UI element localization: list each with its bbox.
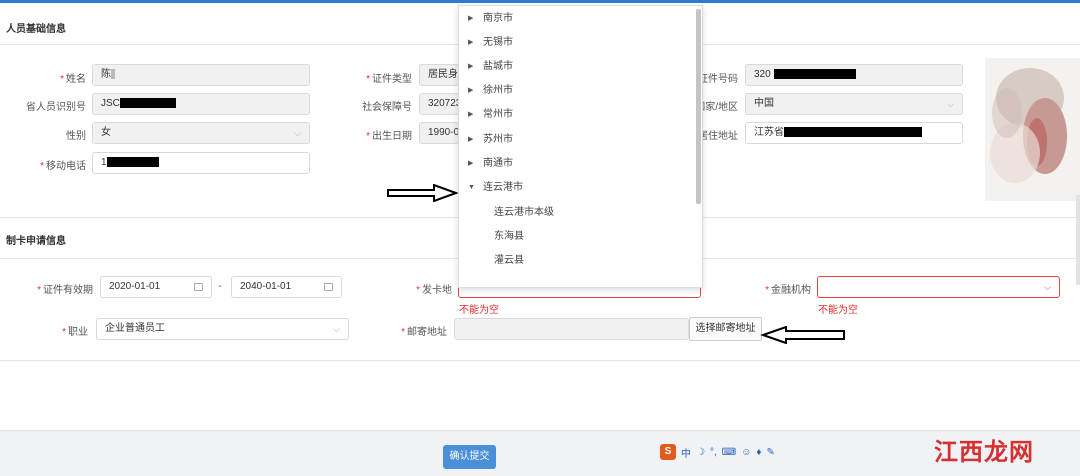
id-number-field[interactable]: 320: [745, 64, 963, 86]
divider: [0, 360, 1080, 361]
dropdown-item[interactable]: ▶ 南京市: [459, 8, 694, 30]
finance-org-select[interactable]: ⌵: [817, 276, 1060, 298]
punctuation-icon[interactable]: °,: [710, 447, 717, 458]
caret-right-icon: ▶: [468, 160, 474, 167]
issue-place-error: 不能为空: [459, 305, 499, 316]
select-mail-address-button[interactable]: 选择邮寄地址: [689, 317, 762, 341]
id-type-label: * 证件类型: [366, 74, 412, 85]
date-separator: -: [218, 281, 222, 292]
section-title-basic-info: 人员基础信息: [6, 24, 66, 35]
country-select[interactable]: 中国 ⌵: [745, 93, 963, 115]
id-type-select[interactable]: 居民身份: [419, 64, 459, 86]
dropdown-child-item[interactable]: 连云港市本级: [459, 202, 694, 224]
provincial-id-field[interactable]: JSC: [92, 93, 310, 115]
dropdown-item[interactable]: ▶ 南通市: [459, 153, 694, 175]
finance-org-label: * 金融机构: [765, 285, 811, 296]
top-accent-bar: [0, 0, 1080, 3]
page-scrollbar[interactable]: [1076, 195, 1080, 285]
mail-address-label: * 邮寄地址: [401, 327, 447, 338]
dropdown-child-item[interactable]: 灌云县: [459, 250, 694, 272]
occupation-label: * 职业: [62, 327, 88, 338]
issue-place-dropdown[interactable]: ▶ 南京市 ▶ 无锡市 ▶ 盐城市 ▶ 徐州市 ▶ 常州市 ▶ 苏州市 ▶ 南通市 ▼ 连云港市…: [458, 5, 703, 288]
calendar-icon: [194, 283, 203, 291]
name-label: * 姓名: [60, 74, 86, 85]
ime-mode[interactable]: 中: [681, 445, 691, 460]
caret-right-icon: ▶: [468, 87, 474, 94]
gender-label: 性别: [66, 131, 86, 142]
user-icon[interactable]: ☺: [741, 447, 751, 458]
dropdown-item-expanded[interactable]: ▼ 连云港市: [459, 177, 694, 199]
gender-select[interactable]: 女 ⌵: [92, 122, 310, 144]
validity-start-date[interactable]: 2020-01-01: [100, 276, 212, 298]
social-security-field[interactable]: 320723: [419, 93, 459, 115]
arrow-left-icon: [760, 326, 845, 344]
issue-place-label: * 发卡地: [416, 285, 452, 296]
dropdown-child-item[interactable]: 东海县: [459, 226, 694, 248]
caret-right-icon: ▶: [468, 39, 474, 46]
portrait-photo: [985, 58, 1080, 201]
moon-icon[interactable]: ☽: [696, 447, 705, 458]
dropdown-scrollbar[interactable]: [696, 9, 701, 204]
shirt-icon[interactable]: ♦: [756, 447, 761, 458]
ime-toolbar[interactable]: S 中 ☽ °, ⌨ ☺ ♦ ✎: [660, 442, 775, 462]
birth-date-label: * 出生日期: [366, 131, 412, 142]
dropdown-item[interactable]: ▶ 苏州市: [459, 129, 694, 151]
ime-logo: S: [660, 444, 676, 460]
watermark-logo: 江西龙网: [934, 439, 1034, 466]
caret-right-icon: ▶: [468, 63, 474, 70]
arrow-right-icon: [387, 184, 459, 202]
chevron-down-icon: ⌵: [333, 324, 340, 334]
dropdown-item[interactable]: ▶ 盐城市: [459, 56, 694, 78]
dropdown-item[interactable]: ▶ 常州市: [459, 104, 694, 126]
submit-button[interactable]: 确认提交: [443, 445, 496, 469]
footer-bar: [0, 430, 1080, 476]
chevron-down-icon: ⌵: [1044, 282, 1051, 292]
birth-date-field[interactable]: 1990-06: [419, 122, 459, 144]
finance-org-error: 不能为空: [818, 305, 858, 316]
mail-address-field[interactable]: [454, 318, 689, 340]
wrench-icon[interactable]: ✎: [767, 447, 775, 458]
caret-right-icon: ▶: [468, 136, 474, 143]
keyboard-icon[interactable]: ⌨: [722, 447, 736, 458]
mobile-field[interactable]: 1: [92, 152, 310, 174]
provincial-id-label: 省人员识别号: [26, 102, 86, 113]
validity-label: * 证件有效期: [37, 285, 93, 296]
social-security-label: 社会保障号: [362, 102, 412, 113]
occupation-select[interactable]: 企业普通员工 ⌵: [96, 318, 349, 340]
caret-down-icon: ▼: [468, 184, 475, 191]
name-field[interactable]: 陈: [92, 64, 310, 86]
calendar-icon: [324, 283, 333, 291]
caret-right-icon: ▶: [468, 111, 474, 118]
chevron-down-icon: ⌵: [294, 128, 301, 138]
dropdown-item[interactable]: ▶ 徐州市: [459, 80, 694, 102]
validity-end-date[interactable]: 2040-01-01: [231, 276, 342, 298]
caret-right-icon: ▶: [468, 15, 474, 22]
mobile-label: * 移动电话: [40, 161, 86, 172]
chevron-down-icon: ⌵: [947, 99, 954, 109]
dropdown-item[interactable]: ▶ 无锡市: [459, 32, 694, 54]
address-field[interactable]: 江苏省: [745, 122, 963, 144]
section-title-card-application: 制卡申请信息: [6, 236, 66, 247]
